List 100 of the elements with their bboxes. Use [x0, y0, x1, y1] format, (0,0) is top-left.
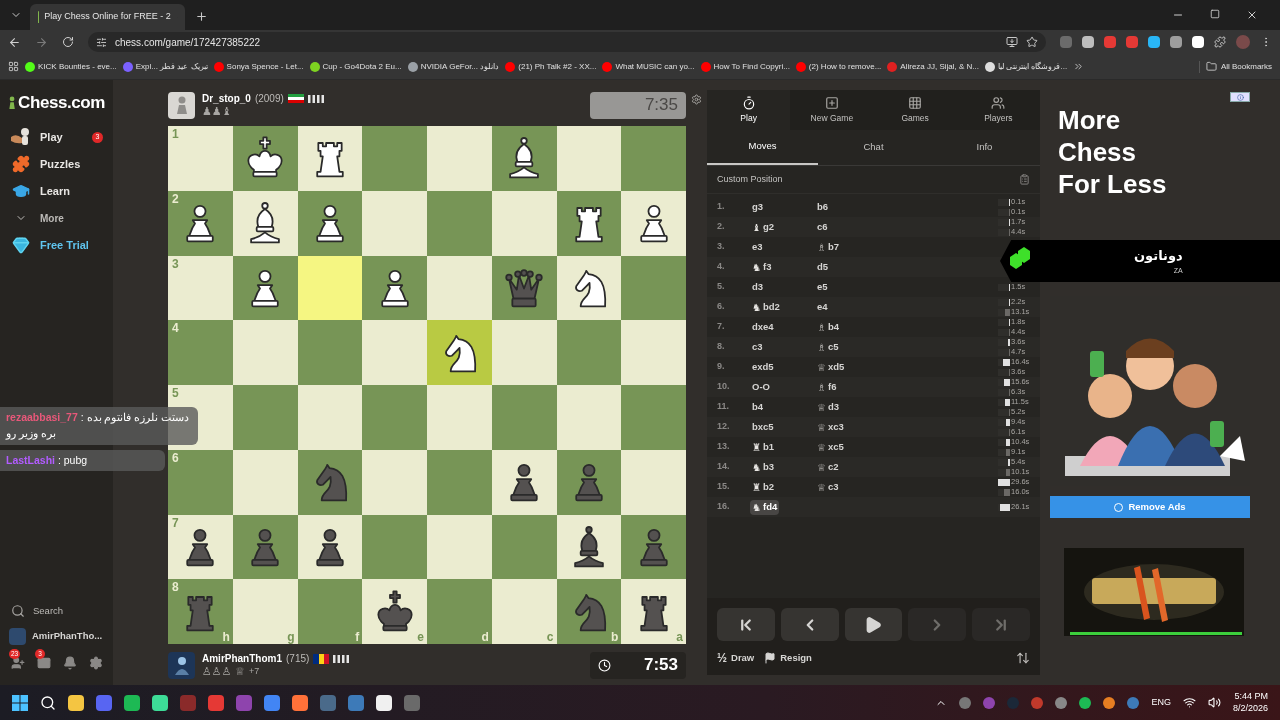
extensions-icon[interactable]	[1214, 36, 1226, 48]
move-notation[interactable]: ♞ fd4	[750, 499, 780, 515]
bookmark-item[interactable]: (2) How to remove...	[795, 60, 882, 73]
sidebar-item[interactable]: Learn	[8, 177, 105, 205]
bookmark-item[interactable]: NVIDIA GeFor... دانلود	[407, 60, 500, 73]
bookmark-item[interactable]: (21) Ph Talk #2 - XX...	[505, 60, 597, 73]
search-item[interactable]: Search	[8, 599, 105, 623]
extension-icon[interactable]	[1192, 36, 1204, 48]
mail-icon[interactable]	[37, 656, 51, 670]
move-notation[interactable]: d5	[815, 259, 831, 275]
move-notation[interactable]: ♕ c3	[815, 479, 841, 495]
clock-date[interactable]: 8/2/2026	[1232, 702, 1268, 714]
bell-icon[interactable]	[63, 656, 77, 670]
sidebar-item[interactable]: More	[8, 204, 105, 232]
board-square[interactable]	[621, 190, 686, 256]
move-notation[interactable]: ♕ c2	[815, 459, 841, 475]
app-icon[interactable]	[124, 694, 140, 711]
move-notation[interactable]: ♕ xd5	[815, 359, 847, 375]
move-notation[interactable]: ♜ b1	[750, 439, 777, 455]
bookmark-item[interactable]: KICK Bounties - eve...	[25, 60, 117, 73]
bookmark-item[interactable]: Alireza JJ, Sijal, & N...	[887, 60, 979, 73]
move-notation[interactable]: e5	[815, 279, 830, 295]
board-square[interactable]	[232, 255, 298, 321]
bookmark-item[interactable]: Expl... تبریک عید فطر	[122, 60, 208, 73]
bookmark-item[interactable]: Sonya Spence - Let...	[213, 60, 304, 73]
windows-logo-icon[interactable]	[12, 694, 28, 711]
sidebar-item[interactable]: Puzzles	[8, 150, 105, 178]
tray-icon[interactable]	[1103, 696, 1116, 709]
move-notation[interactable]: ♞ b3	[750, 459, 777, 475]
move-notation[interactable]: O-O	[750, 379, 772, 395]
board-square[interactable]	[232, 514, 298, 580]
move-notation[interactable]: ♗ b4	[815, 319, 842, 335]
close-window-icon[interactable]	[1246, 9, 1258, 21]
friends-icon[interactable]	[11, 656, 25, 670]
move-notation[interactable]: g3	[750, 199, 766, 215]
move-notation[interactable]: exd5	[750, 359, 776, 375]
board-square[interactable]	[556, 190, 622, 256]
site-logo[interactable]: Chess.com	[18, 90, 105, 116]
move-notation[interactable]: ♗ b7	[815, 239, 842, 255]
install-icon[interactable]	[1006, 36, 1018, 48]
forward-icon[interactable]	[35, 35, 48, 49]
extension-icon[interactable]	[1082, 36, 1094, 48]
bookmark-item[interactable]: What MUSIC can yo...	[602, 60, 695, 73]
back-icon[interactable]	[8, 35, 21, 49]
search-icon[interactable]	[40, 694, 56, 711]
sidebar-item[interactable]: Free Trial	[8, 231, 105, 259]
board-square[interactable]	[621, 514, 686, 580]
bookmark-item[interactable]: How To Find Copyri...	[700, 60, 790, 73]
move-notation[interactable]: ♜ b2	[750, 479, 777, 495]
board-square[interactable]	[491, 255, 557, 321]
restore-icon[interactable]	[1210, 9, 1220, 19]
move-nav-button[interactable]	[717, 608, 775, 641]
move-notation[interactable]: ♗ f6	[815, 379, 839, 395]
move-notation[interactable]: ♝ g2	[750, 219, 777, 235]
panel-tab[interactable]: Info	[929, 130, 1040, 165]
app-icon[interactable]	[292, 694, 308, 711]
app-icon[interactable]	[68, 694, 84, 711]
player-name[interactable]: Dr_stop_0	[202, 93, 251, 104]
board-square[interactable]	[232, 190, 298, 256]
apps-icon[interactable]	[8, 61, 19, 72]
panel-tab[interactable]: Chat	[818, 130, 929, 165]
settings-icon[interactable]	[89, 656, 103, 670]
board-square[interactable]	[297, 126, 363, 191]
tray-icon[interactable]	[1031, 696, 1044, 709]
move-notation[interactable]: ♞ bd2	[750, 299, 782, 315]
board-square[interactable]	[556, 255, 622, 321]
app-icon[interactable]	[376, 694, 392, 711]
move-notation[interactable]: e4	[815, 299, 830, 315]
move-notation[interactable]: c3	[750, 339, 765, 355]
bookmark-item[interactable]: فروشگاه اینترنتی لیا...	[985, 60, 1068, 73]
all-bookmarks-button[interactable]: All Bookmarks	[1198, 60, 1272, 73]
move-notation[interactable]: b4	[750, 399, 766, 415]
language-indicator[interactable]: ENG	[1151, 695, 1171, 710]
tray-icon[interactable]	[1055, 696, 1068, 709]
tray-icon[interactable]	[983, 696, 996, 709]
move-notation[interactable]: b6	[815, 199, 831, 215]
reload-icon[interactable]	[62, 36, 74, 48]
player-name[interactable]: AmirPhanThom1	[202, 653, 282, 664]
draw-button[interactable]: ½ Draw	[717, 649, 755, 667]
extension-icon[interactable]	[1148, 36, 1160, 48]
move-notation[interactable]: ♗ c5	[815, 339, 841, 355]
board-square[interactable]	[556, 449, 622, 515]
board-square[interactable]	[297, 514, 363, 580]
move-notation[interactable]: dxe4	[750, 319, 776, 335]
browser-tab[interactable]: Play Chess Online for FREE - 2	[30, 4, 185, 30]
app-icon[interactable]	[152, 694, 168, 711]
tray-icon[interactable]	[1079, 696, 1092, 709]
move-notation[interactable]: ♕ xc5	[815, 439, 846, 455]
board-square[interactable]	[232, 126, 298, 191]
move-notation[interactable]: ♞ f3	[750, 259, 774, 275]
new-tab-icon[interactable]	[195, 10, 208, 23]
address-bar[interactable]: chess.com/game/172427385222	[88, 32, 1046, 52]
bookmark-star-icon[interactable]	[1026, 36, 1038, 48]
board-square[interactable]	[297, 190, 363, 256]
network-icon[interactable]	[1182, 696, 1196, 709]
clock-time[interactable]: 5:44 PM	[1234, 691, 1268, 703]
move-notation[interactable]: c6	[815, 219, 830, 235]
resign-button[interactable]: Resign	[764, 650, 812, 666]
tray-icon[interactable]	[959, 696, 972, 709]
site-info-icon[interactable]	[96, 36, 107, 48]
